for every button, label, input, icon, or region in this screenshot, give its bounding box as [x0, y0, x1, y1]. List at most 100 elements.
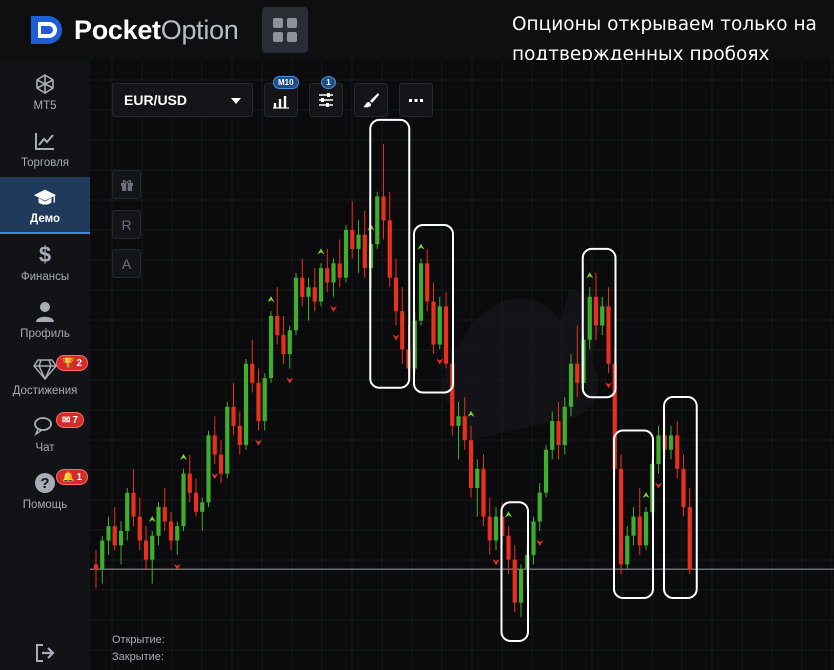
chart-area[interactable]: EUR/USD M10 1 R A Открытие: Закрытие:	[90, 60, 834, 670]
chart-line-icon	[33, 129, 57, 153]
fractal-down-marker	[605, 382, 612, 389]
candle-body	[118, 530, 124, 546]
brush-icon	[363, 93, 379, 108]
candle-body	[593, 296, 599, 326]
candle-body	[418, 263, 424, 321]
dollar-icon: $	[38, 242, 52, 267]
candle-body	[343, 229, 349, 278]
candle-body	[325, 268, 330, 283]
sidebar-item-achievements[interactable]: Достижения 🏆 2	[0, 349, 90, 405]
candle-body	[543, 449, 549, 493]
candle-body	[306, 287, 311, 297]
sidebar-item-label: MT5	[33, 100, 57, 112]
candle-body	[168, 521, 174, 541]
chat-badge: ✉ 7	[56, 412, 84, 428]
logo[interactable]: PocketOption	[28, 12, 239, 48]
candle-body	[225, 406, 230, 474]
candle-body	[675, 435, 680, 469]
candle-body	[193, 492, 199, 512]
gift-icon	[120, 179, 133, 191]
candle-body	[318, 268, 324, 302]
fractal-up-marker	[148, 515, 156, 522]
candle-body	[250, 363, 255, 383]
candle-body	[506, 535, 511, 560]
candle-body	[681, 468, 686, 508]
candle-body	[425, 263, 430, 302]
sidebar-item-profile[interactable]: Профиль	[0, 292, 90, 348]
candle-body	[281, 335, 286, 355]
sidebar-item-finance[interactable]: $ Финансы	[0, 235, 90, 291]
sidebar-item-chat[interactable]: Чат ✉ 7	[0, 406, 90, 462]
candlestick-chart[interactable]	[90, 60, 834, 670]
sidebar-item-label: Чат	[35, 442, 55, 454]
candle-body	[575, 363, 580, 383]
candle-body	[381, 196, 386, 221]
sidebar-item-trading[interactable]: Торговля	[0, 121, 90, 177]
candle-body	[268, 315, 274, 379]
candle-body	[143, 540, 149, 560]
fractal-down-marker	[392, 334, 400, 341]
candle-body	[668, 435, 674, 450]
reset-tool-button[interactable]: R	[112, 210, 141, 239]
candle-body	[600, 306, 605, 326]
sidebar-item-demo[interactable]: Демо	[0, 177, 90, 234]
candle-body	[537, 492, 542, 522]
chevron-down-icon	[231, 98, 241, 104]
candle-body	[475, 468, 480, 488]
more-dots-icon	[409, 99, 423, 102]
candle-body	[443, 306, 449, 364]
candle-body	[631, 516, 636, 536]
candle-body	[556, 421, 561, 445]
candle-body	[431, 301, 436, 345]
sidebar-item-help[interactable]: ? Помощь 🔔 1	[0, 463, 90, 519]
candle-body	[137, 516, 142, 541]
candle-body	[275, 315, 280, 336]
candle-body	[112, 526, 117, 546]
fractal-up-marker	[642, 492, 650, 499]
logout-icon[interactable]	[34, 642, 56, 664]
candle-body	[462, 416, 467, 441]
candle-body	[331, 263, 336, 283]
fractal-down-marker	[536, 539, 544, 546]
app-root: PocketOption Опционы открываем только на…	[0, 0, 834, 670]
apps-grid-button[interactable]	[262, 7, 308, 53]
drawing-tools-button[interactable]	[354, 83, 388, 117]
candle-body	[393, 277, 399, 312]
sidebar-item-mt5[interactable]: MT5	[0, 64, 90, 120]
candle-body	[206, 435, 211, 503]
candle-body	[93, 564, 99, 570]
fractal-down-marker	[211, 473, 219, 480]
open-time-label: Открытие:	[112, 634, 165, 646]
top-header: PocketOption Опционы открываем только на…	[0, 0, 834, 125]
candle-body	[150, 535, 155, 560]
asset-name: EUR/USD	[124, 92, 188, 108]
auto-tool-button[interactable]: A	[112, 249, 141, 278]
candle-body	[312, 287, 317, 302]
grid-icon	[273, 18, 297, 42]
sidebar-item-label: Помощь	[22, 499, 68, 511]
fractal-up-marker	[317, 248, 325, 255]
candle-body	[100, 540, 105, 570]
chat-icon	[33, 414, 57, 438]
help-icon: ?	[33, 471, 57, 495]
more-options-button[interactable]	[399, 83, 433, 117]
timeframe-button[interactable]: M10	[264, 76, 299, 117]
candle-body	[587, 296, 592, 340]
candle-body	[512, 559, 517, 603]
candle-body	[131, 492, 136, 517]
candle-body	[125, 492, 130, 531]
candle-body	[337, 263, 342, 278]
asset-selector[interactable]: EUR/USD	[112, 83, 253, 117]
mt5-icon	[33, 72, 57, 96]
trophy-icon: 🏆	[62, 357, 75, 369]
candle-body	[481, 468, 486, 517]
indicators-button[interactable]: 1	[309, 76, 343, 117]
bell-icon: 🔔	[62, 471, 75, 483]
user-icon	[33, 300, 57, 324]
candle-body	[350, 229, 355, 250]
candle-body	[256, 382, 261, 422]
gift-button[interactable]	[112, 170, 141, 199]
candle-body	[156, 507, 161, 536]
fractal-up-marker	[417, 243, 425, 250]
candle-body	[218, 454, 224, 474]
